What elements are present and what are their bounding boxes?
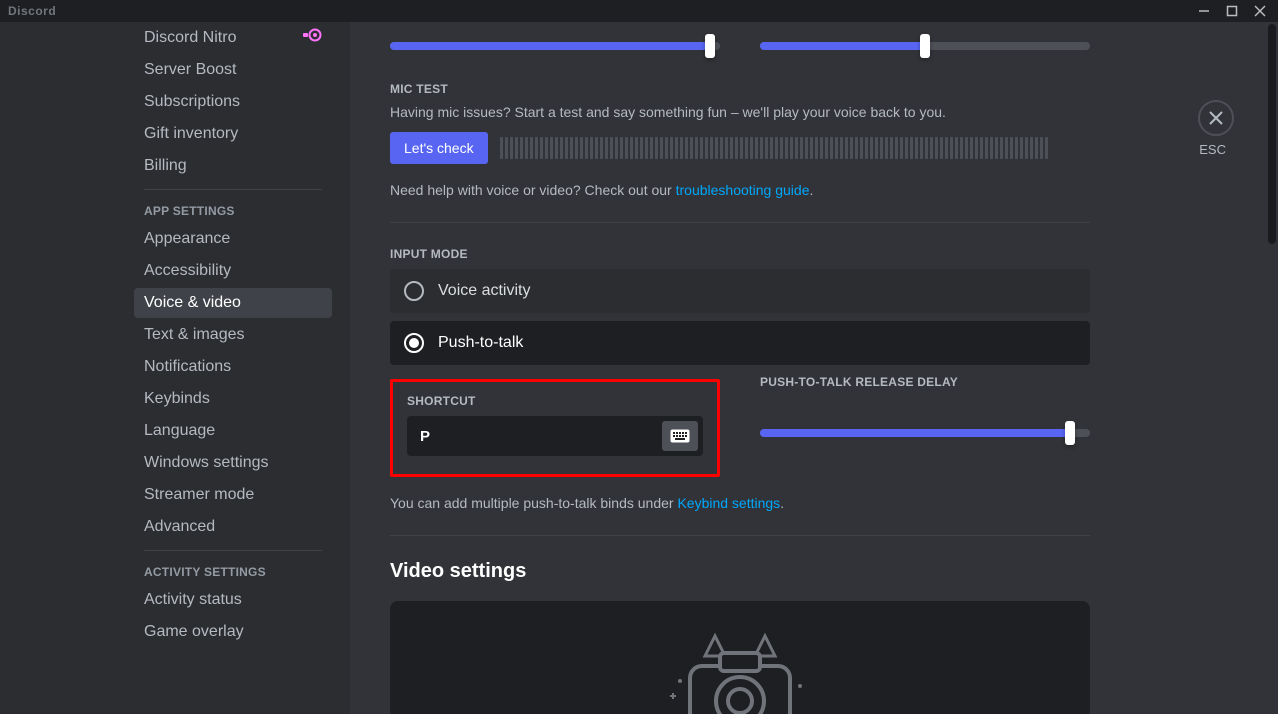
sidebar-item-keybinds[interactable]: Keybinds — [134, 384, 332, 414]
output-volume-slider[interactable] — [760, 42, 1090, 50]
close-settings-button[interactable] — [1198, 100, 1234, 136]
sidebar-item-label: Appearance — [144, 230, 230, 248]
mic-level-meter — [500, 137, 1090, 159]
sidebar-item-language[interactable]: Language — [134, 416, 332, 446]
radio-icon — [404, 281, 424, 301]
titlebar: Discord — [0, 0, 1278, 22]
keybind-hint: You can add multiple push-to-talk binds … — [390, 495, 1090, 511]
window-controls — [1190, 0, 1274, 22]
sidebar-item-label: Language — [144, 422, 215, 440]
sidebar-item-notifications[interactable]: Notifications — [134, 352, 332, 382]
sidebar-item-label: Subscriptions — [144, 93, 240, 111]
mic-test-description: Having mic issues? Start a test and say … — [390, 104, 1090, 120]
titlebar-brand: Discord — [8, 4, 56, 18]
divider — [390, 535, 1090, 536]
sidebar-item-game-overlay[interactable]: Game overlay — [134, 617, 332, 647]
sidebar-item-label: Keybinds — [144, 390, 210, 408]
input-mode-push-to-talk[interactable]: Push-to-talk — [390, 321, 1090, 365]
radio-label: Push-to-talk — [438, 334, 523, 352]
sidebar-item-streamer-mode[interactable]: Streamer mode — [134, 480, 332, 510]
sidebar-item-label: Windows settings — [144, 454, 269, 472]
shortcut-input-wrap — [407, 416, 703, 456]
ptt-delay-slider[interactable] — [760, 429, 1090, 437]
record-keybind-button[interactable] — [662, 421, 698, 451]
sidebar-item-nitro[interactable]: Discord Nitro — [134, 22, 332, 53]
keyboard-icon — [670, 429, 690, 443]
voice-help-text: Need help with voice or video? Check out… — [390, 182, 1090, 198]
sidebar-item-server-boost[interactable]: Server Boost — [134, 55, 332, 85]
sidebar-section-header: ACTIVITY SETTINGS — [134, 559, 332, 585]
sidebar-item-label: Advanced — [144, 518, 215, 536]
video-preview-box — [390, 601, 1090, 714]
nitro-icon — [302, 28, 322, 47]
close-icon — [1207, 109, 1225, 127]
input-volume-label: INPUT VOLUME — [390, 22, 720, 24]
input-mode-label: INPUT MODE — [390, 247, 1090, 261]
shortcut-label: SHORTCUT — [407, 394, 703, 408]
sidebar-item-label: Accessibility — [144, 262, 231, 280]
sidebar-item-advanced[interactable]: Advanced — [134, 512, 332, 542]
sidebar-item-label: Billing — [144, 157, 187, 175]
input-mode-voice-activity[interactable]: Voice activity — [390, 269, 1090, 313]
sidebar-item-label: Notifications — [144, 358, 231, 376]
sidebar-item-voice-video[interactable]: Voice & video — [134, 288, 332, 318]
sidebar-item-label: Game overlay — [144, 623, 244, 641]
radio-label: Voice activity — [438, 282, 530, 300]
troubleshooting-link[interactable]: troubleshooting guide — [676, 182, 810, 198]
sidebar-item-subscriptions[interactable]: Subscriptions — [134, 87, 332, 117]
sidebar-item-text-images[interactable]: Text & images — [134, 320, 332, 350]
settings-sidebar: Discord Nitro Server Boost Subscriptions Gi… — [0, 22, 350, 714]
sidebar-item-accessibility[interactable]: Accessibility — [134, 256, 332, 286]
mic-test-label: MIC TEST — [390, 82, 1090, 96]
sidebar-item-label: Server Boost — [144, 61, 236, 79]
sidebar-divider — [144, 550, 322, 551]
sidebar-item-label: Gift inventory — [144, 125, 238, 143]
sidebar-section-header: APP SETTINGS — [134, 198, 332, 224]
video-settings-heading: Video settings — [390, 560, 1090, 583]
settings-content: ESC INPUT VOLUME OUTPUT VOLUME — [350, 22, 1278, 714]
sidebar-item-appearance[interactable]: Appearance — [134, 224, 332, 254]
shortcut-input[interactable] — [408, 417, 658, 455]
sidebar-item-label: Streamer mode — [144, 486, 254, 504]
divider — [390, 222, 1090, 223]
content-scrollbar[interactable] — [1268, 24, 1276, 244]
minimize-button[interactable] — [1190, 0, 1218, 22]
close-window-button[interactable] — [1246, 0, 1274, 22]
sidebar-item-label: Voice & video — [144, 294, 241, 312]
ptt-delay-label: PUSH-TO-TALK RELEASE DELAY — [760, 375, 1090, 389]
sidebar-item-gift-inventory[interactable]: Gift inventory — [134, 119, 332, 149]
sidebar-item-label: Discord Nitro — [144, 29, 236, 47]
keybind-settings-link[interactable]: Keybind settings — [677, 495, 780, 511]
sidebar-item-label: Text & images — [144, 326, 244, 344]
sidebar-divider — [144, 189, 322, 190]
camera-placeholder-icon — [650, 631, 830, 714]
close-esc-label: ESC — [1199, 142, 1226, 157]
sidebar-item-label: Activity status — [144, 591, 242, 609]
radio-icon — [404, 333, 424, 353]
sidebar-item-billing[interactable]: Billing — [134, 151, 332, 181]
mic-test-button[interactable]: Let's check — [390, 132, 488, 164]
output-volume-label: OUTPUT VOLUME — [760, 22, 1090, 24]
sidebar-item-activity-status[interactable]: Activity status — [134, 585, 332, 615]
maximize-button[interactable] — [1218, 0, 1246, 22]
input-volume-slider[interactable] — [390, 42, 720, 50]
shortcut-highlight-box: SHORTCUT — [390, 379, 720, 477]
sidebar-item-windows-settings[interactable]: Windows settings — [134, 448, 332, 478]
